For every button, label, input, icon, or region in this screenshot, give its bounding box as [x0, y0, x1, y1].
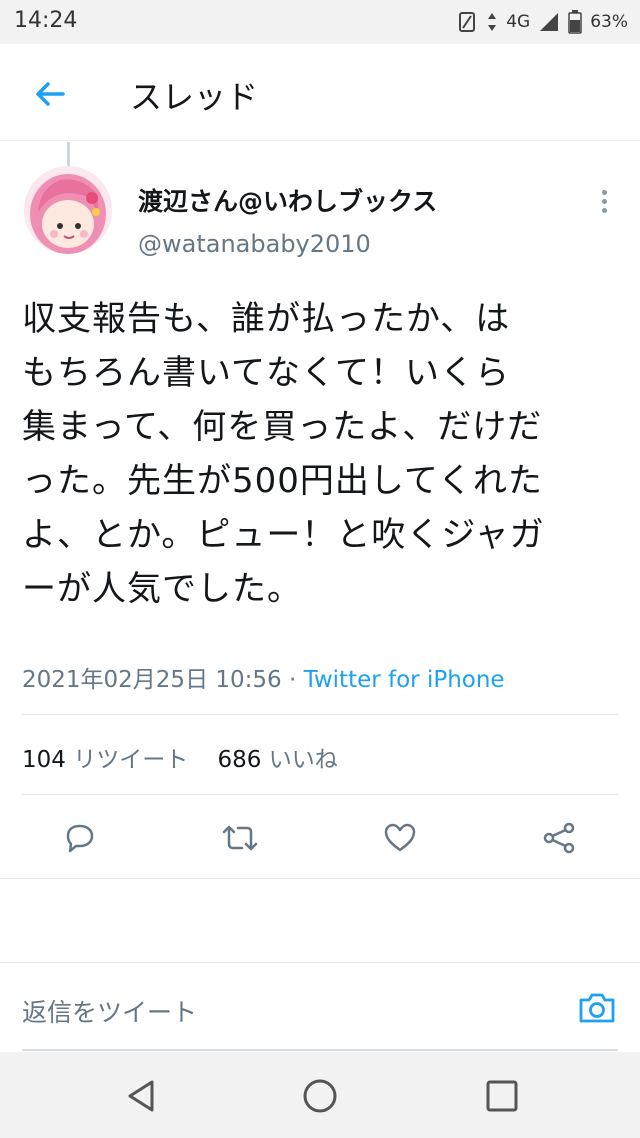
engagement-counts: 104 リツイート 686 いいね — [22, 740, 338, 774]
status-bar: 14:24 4G 63% — [0, 0, 640, 44]
reply-underline — [22, 1049, 618, 1051]
tweet-text: 収支報告も、誰が払ったか、は もちろん書いてなくて！いくら 集まって、何を買った… — [22, 292, 622, 616]
avatar[interactable] — [24, 166, 112, 254]
tweet-line: 集まって、何を買ったよ、だけだ — [22, 407, 543, 447]
arrow-left-icon[interactable] — [32, 76, 68, 112]
status-icons: 4G 63% — [456, 10, 628, 34]
share-icon — [543, 822, 575, 854]
system-nav-bar — [0, 1052, 640, 1138]
like-button[interactable] — [372, 810, 428, 866]
battery-icon — [568, 10, 582, 34]
tweet-line: ーが人気でした。 — [22, 569, 302, 609]
reply-composer[interactable]: 返信をツイート — [0, 962, 640, 1053]
data-transfer-icon — [488, 13, 497, 31]
display-name[interactable]: 渡辺さん@いわしブックス — [138, 182, 437, 218]
tweet-line: った。先生が500円出してくれた — [22, 461, 543, 501]
battery-percent: 63% — [590, 12, 628, 32]
nav-recents-icon[interactable] — [482, 1076, 522, 1116]
thread-connector — [67, 142, 70, 168]
reply-button[interactable] — [52, 810, 108, 866]
camera-icon[interactable] — [577, 991, 617, 1025]
divider — [22, 794, 618, 795]
reply-icon — [66, 824, 94, 853]
page-title: スレッド — [130, 78, 259, 116]
tweet-line: 収支報告も、誰が払ったか、は — [22, 299, 511, 339]
tweet-line: よ、とか。ピュー！と吹くジャガ — [22, 515, 545, 555]
retweet-label: リツイート — [73, 747, 189, 773]
status-time: 14:24 — [14, 8, 78, 33]
vibrate-icon — [459, 12, 476, 32]
like-stat[interactable]: 686 いいね — [217, 747, 337, 773]
retweet-stat[interactable]: 104 リツイート — [22, 747, 188, 773]
tweet-line: もちろん書いてなくて！いくら — [22, 353, 510, 393]
nav-home-icon[interactable] — [300, 1076, 340, 1116]
user-handle[interactable]: @watanababy2010 — [138, 230, 371, 258]
retweet-count: 104 — [22, 747, 66, 773]
meta-separator: · — [281, 667, 304, 693]
like-icon — [384, 823, 416, 852]
network-type: 4G — [506, 12, 531, 32]
divider — [22, 714, 618, 715]
like-label: いいね — [268, 747, 338, 773]
retweet-button[interactable] — [212, 810, 268, 866]
tweet-source-link[interactable]: Twitter for iPhone — [304, 667, 505, 693]
like-count: 686 — [217, 747, 262, 773]
header: スレッド — [0, 44, 640, 141]
nav-back-icon[interactable] — [122, 1076, 162, 1116]
tweet-timestamp: 2021年02月25日 10:56 — [22, 667, 282, 693]
retweet-icon — [222, 825, 258, 851]
avatar-illustration — [24, 166, 112, 254]
action-bar — [0, 810, 640, 870]
tweet-meta: 2021年02月25日 10:56 · Twitter for iPhone — [22, 660, 505, 694]
reply-input[interactable]: 返信をツイート — [22, 993, 197, 1029]
more-options-icon[interactable] — [594, 190, 614, 216]
divider — [0, 878, 640, 879]
share-button[interactable] — [531, 810, 587, 866]
signal-icon — [540, 13, 559, 31]
